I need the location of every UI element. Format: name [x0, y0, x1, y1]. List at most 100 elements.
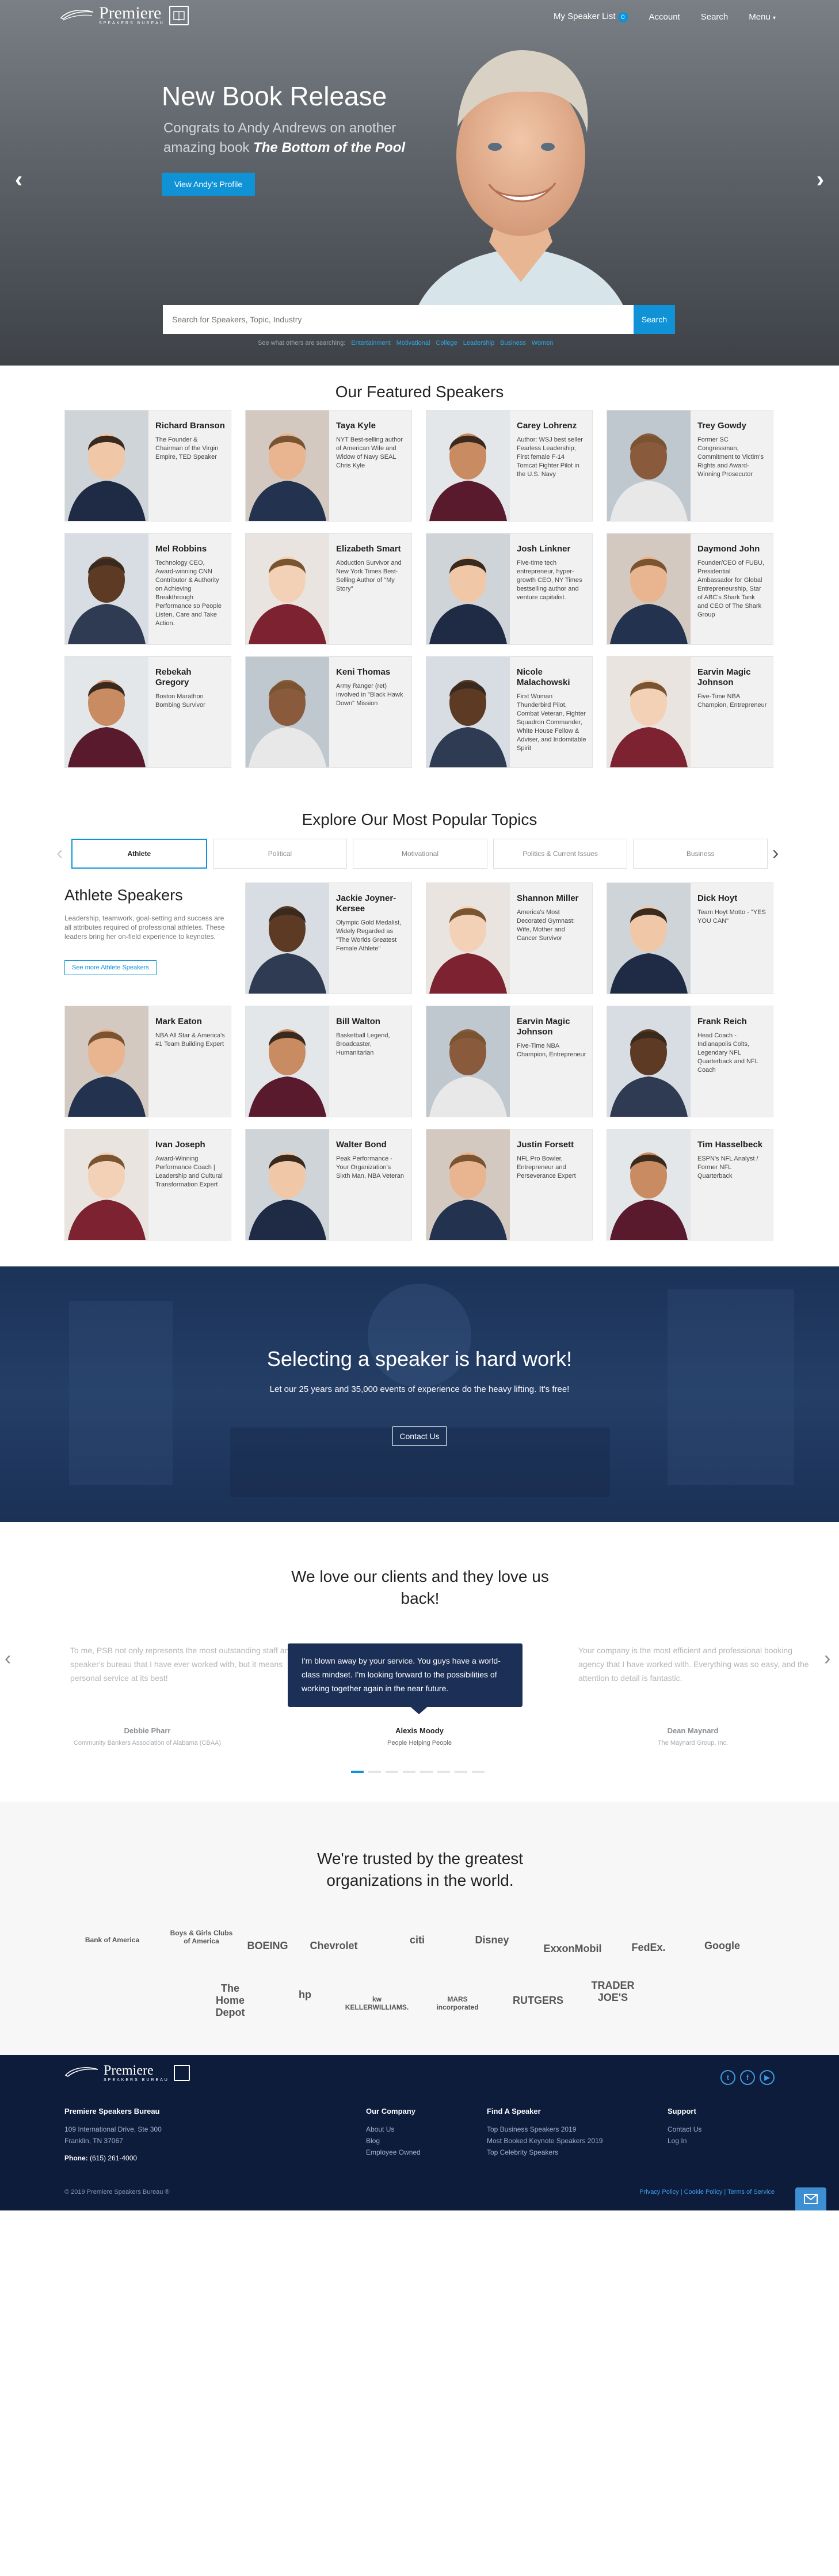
carousel-dot[interactable] — [368, 1771, 381, 1773]
youtube-icon[interactable]: ▶ — [760, 2070, 775, 2085]
chevron-right-icon[interactable]: › — [817, 167, 824, 193]
speaker-name[interactable]: Frank Reich — [697, 1017, 767, 1027]
tab-political[interactable]: Political — [212, 839, 348, 869]
nav-search[interactable]: Search — [701, 12, 729, 22]
footer-link[interactable]: Top Business Speakers 2019 — [487, 2124, 602, 2135]
speaker-name[interactable]: Elizabeth Smart — [336, 544, 406, 554]
speaker-name[interactable]: Earvin Magic Johnson — [697, 667, 767, 688]
speaker-photo — [65, 1006, 148, 1117]
speaker-card[interactable]: Shannon Miller America's Most Decorated G… — [426, 882, 593, 994]
popular-tag[interactable]: Women — [532, 340, 554, 347]
speaker-name[interactable]: Nicole Malachowski — [517, 667, 586, 688]
nav-menu[interactable]: Menu ▾ — [749, 12, 776, 22]
speaker-photo — [426, 534, 510, 644]
speaker-name[interactable]: Walter Bond — [336, 1140, 406, 1150]
speaker-name[interactable]: Shannon Miller — [517, 893, 586, 904]
speaker-card[interactable]: Josh Linkner Five-time tech entrepreneur,… — [426, 533, 593, 645]
tab-politics-current-issues[interactable]: Politics & Current Issues — [493, 839, 628, 869]
speaker-name[interactable]: Jackie Joyner-Kersee — [336, 893, 406, 914]
speaker-name[interactable]: Richard Branson — [155, 421, 225, 431]
speaker-card[interactable]: Richard Branson The Founder & Chairman of… — [64, 410, 231, 522]
speaker-card[interactable]: Tim Hasselbeck ESPN's NFL Analyst / Forme… — [607, 1129, 773, 1241]
contact-us-button[interactable]: Contact Us — [392, 1426, 447, 1446]
speaker-name[interactable]: Taya Kyle — [336, 421, 406, 431]
speaker-name[interactable]: Daymond John — [697, 544, 767, 554]
popular-tag[interactable]: Motivational — [396, 340, 430, 347]
speaker-name[interactable]: Carey Lohrenz — [517, 421, 586, 431]
speaker-card[interactable]: Taya Kyle NYT Best-selling author of Amer… — [245, 410, 412, 522]
speaker-card[interactable]: Bill Walton Basketball Legend, Broadcaste… — [245, 1006, 412, 1117]
popular-tag[interactable]: Business — [500, 340, 526, 347]
carousel-dot[interactable] — [386, 1771, 398, 1773]
popular-tag[interactable]: College — [436, 340, 457, 347]
speaker-card[interactable]: Elizabeth Smart Abduction Survivor and Ne… — [245, 533, 412, 645]
speaker-card[interactable]: Trey Gowdy Former SC Congressman, Commitm… — [607, 410, 773, 522]
footer-link[interactable]: About Us — [366, 2124, 421, 2135]
footer-logo[interactable]: Premiere SPEAKERS BUREAU — [64, 2063, 190, 2082]
speaker-card[interactable]: Earvin Magic Johnson Five-Time NBA Champi… — [607, 656, 773, 768]
footer-phone[interactable]: (615) 261-4000 — [90, 2154, 137, 2162]
speaker-card[interactable]: Dick Hoyt Team Hoyt Motto - "YES YOU CAN" — [607, 882, 773, 994]
popular-label: See what others are searching: — [258, 340, 346, 347]
speaker-name[interactable]: Dick Hoyt — [697, 893, 767, 904]
speaker-card[interactable]: Earvin Magic Johnson Five-Time NBA Champi… — [426, 1006, 593, 1117]
speaker-name[interactable]: Mel Robbins — [155, 544, 225, 554]
speaker-card[interactable]: Walter Bond Peak Performance - Your Organ… — [245, 1129, 412, 1241]
speaker-name[interactable]: Bill Walton — [336, 1017, 406, 1027]
speaker-card[interactable]: Carey Lohrenz Author: WSJ best seller Fea… — [426, 410, 593, 522]
speaker-card[interactable]: Ivan Joseph Award-Winning Performance Coa… — [64, 1129, 231, 1241]
speaker-card[interactable]: Mel Robbins Technology CEO, Award-winning… — [64, 533, 231, 645]
chevron-left-icon[interactable]: ‹ — [15, 167, 22, 193]
carousel-dot[interactable] — [420, 1771, 433, 1773]
search-button[interactable]: Search — [634, 305, 675, 334]
speaker-card[interactable]: Rebekah Gregory Boston Marathon Bombing S… — [64, 656, 231, 768]
speaker-card[interactable]: Nicole Malachowski First Woman Thunderbir… — [426, 656, 593, 768]
speaker-card[interactable]: Keni Thomas Army Ranger (ret) involved in… — [245, 656, 412, 768]
popular-tag[interactable]: Entertainment — [351, 340, 390, 347]
testimonial-org: Community Bankers Association of Alabama… — [73, 1740, 222, 1746]
speaker-name[interactable]: Earvin Magic Johnson — [517, 1017, 586, 1037]
view-profile-button[interactable]: View Andy's Profile — [162, 173, 255, 196]
speaker-card[interactable]: Jackie Joyner-Kersee Olympic Gold Medalis… — [245, 882, 412, 994]
footer-link[interactable]: Log In — [668, 2135, 701, 2147]
footer-link[interactable]: Top Celebrity Speakers — [487, 2147, 602, 2158]
speaker-name[interactable]: Trey Gowdy — [697, 421, 767, 431]
tab-motivational[interactable]: Motivational — [353, 839, 487, 869]
tab-athlete[interactable]: Athlete — [71, 839, 207, 869]
tab-business[interactable]: Business — [633, 839, 768, 869]
chevron-right-icon[interactable]: › — [772, 842, 779, 865]
speaker-card[interactable]: Mark Eaton NBA All Star & America's #1 Te… — [64, 1006, 231, 1117]
carousel-dot[interactable] — [455, 1771, 467, 1773]
chevron-left-icon[interactable]: ‹ — [56, 842, 63, 865]
speaker-name[interactable]: Ivan Joseph — [155, 1140, 225, 1150]
speaker-card[interactable]: Frank Reich Head Coach - Indianapolis Col… — [607, 1006, 773, 1117]
twitter-icon[interactable]: t — [720, 2070, 735, 2085]
speaker-name[interactable]: Josh Linkner — [517, 544, 586, 554]
footer-link[interactable]: Employee Owned — [366, 2147, 421, 2158]
speaker-card[interactable]: Daymond John Founder/CEO of FUBU, Preside… — [607, 533, 773, 645]
speaker-name[interactable]: Mark Eaton — [155, 1017, 225, 1027]
footer-link[interactable]: Blog — [366, 2135, 421, 2147]
speaker-card[interactable]: Justin Forsett NFL Pro Bowler, Entreprene… — [426, 1129, 593, 1241]
carousel-dot[interactable] — [351, 1771, 364, 1773]
nav-account[interactable]: Account — [649, 12, 680, 22]
carousel-dot[interactable] — [403, 1771, 415, 1773]
facebook-icon[interactable]: f — [740, 2070, 755, 2085]
speaker-name[interactable]: Rebekah Gregory — [155, 667, 225, 688]
popular-tag[interactable]: Leadership — [463, 340, 494, 347]
speaker-name[interactable]: Keni Thomas — [336, 667, 406, 678]
search-input[interactable] — [163, 305, 634, 334]
chevron-left-icon[interactable]: ‹ — [5, 1647, 11, 1670]
chat-button[interactable] — [795, 2187, 826, 2210]
legal-links[interactable]: Privacy Policy | Cookie Policy | Terms o… — [639, 2189, 775, 2196]
speaker-name[interactable]: Justin Forsett — [517, 1140, 586, 1150]
chevron-right-icon[interactable]: › — [824, 1647, 830, 1670]
footer-link[interactable]: Most Booked Keynote Speakers 2019 — [487, 2135, 602, 2147]
testimonial-org: The Maynard Group, Inc. — [657, 1740, 729, 1746]
nav-speaker-list[interactable]: My Speaker List 0 — [554, 12, 628, 22]
carousel-dot[interactable] — [472, 1771, 485, 1773]
carousel-dot[interactable] — [437, 1771, 450, 1773]
footer-link[interactable]: Contact Us — [668, 2124, 701, 2135]
speaker-name[interactable]: Tim Hasselbeck — [697, 1140, 767, 1150]
logo[interactable]: Premiere SPEAKERS BUREAU — [60, 5, 189, 25]
